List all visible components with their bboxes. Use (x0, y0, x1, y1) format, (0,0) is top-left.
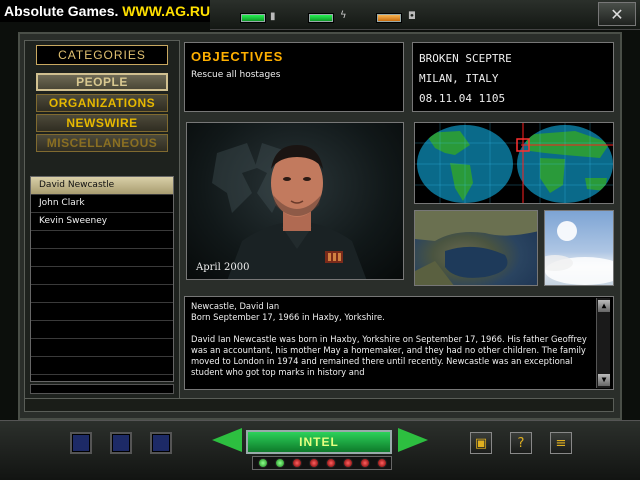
dossier-portrait (186, 122, 404, 280)
empty-list-row (31, 231, 173, 249)
signal-indicator (240, 13, 266, 23)
list-item[interactable]: John Clark (31, 195, 173, 213)
sky-image (544, 210, 614, 286)
quick-slot-2[interactable] (110, 432, 132, 454)
empty-list-row (31, 321, 173, 339)
signal-icon: ▮ (270, 11, 276, 22)
list-item[interactable]: Kevin Sweeney (31, 213, 173, 231)
status-strip (24, 398, 614, 412)
mode-lights-strip (252, 456, 392, 470)
bio-body: David Ian Newcastle was born in Haxby, Y… (191, 334, 587, 377)
game-screen: Absolute Games. WWW.AG.RU ▮ ϟ ◘ ✕ CATEGO… (0, 0, 640, 480)
mode-light[interactable] (275, 458, 285, 468)
empty-list-row (31, 357, 173, 375)
close-icon: ✕ (610, 4, 624, 24)
previous-arrow-icon[interactable] (212, 428, 242, 452)
save-disk-icon: ▣ (474, 436, 488, 451)
category-miscellaneous-button[interactable]: MISCELLANEOUS (36, 134, 168, 152)
help-icon: ? (517, 436, 525, 451)
category-organizations-button[interactable]: ORGANIZATIONS (36, 94, 168, 112)
portrait-image (212, 143, 367, 279)
sky-clouds-icon (545, 221, 613, 285)
bio-heading: Newcastle, David Ian (191, 301, 280, 311)
mode-light[interactable] (377, 458, 387, 468)
watermark-text-white: Absolute Games. (4, 3, 119, 19)
mode-light[interactable] (326, 458, 336, 468)
categories-title: CATEGORIES (36, 45, 168, 65)
category-people-button[interactable]: PEOPLE (36, 73, 168, 91)
quick-slot-3[interactable] (150, 432, 172, 454)
empty-list-row (31, 285, 173, 303)
empty-list-row (31, 249, 173, 267)
list-item[interactable]: David Newcastle (31, 177, 173, 195)
mission-location: MILAN, ITALY (419, 72, 499, 85)
satellite-image (414, 210, 538, 286)
mission-name: BROKEN SCEPTRE (419, 52, 512, 65)
mode-light[interactable] (309, 458, 319, 468)
objectives-text: Rescue all hostages (191, 70, 281, 80)
empty-list-row (31, 339, 173, 357)
objectives-title: OBJECTIVES (191, 49, 284, 64)
category-newswire-button[interactable]: NEWSWIRE (36, 114, 168, 132)
camera-indicator (376, 13, 402, 23)
mode-light[interactable] (258, 458, 268, 468)
camera-icon: ◘ (408, 11, 416, 22)
next-arrow-icon[interactable] (398, 428, 428, 452)
watermark: Absolute Games. WWW.AG.RU (0, 0, 210, 22)
watermark-text-yellow: WWW.AG.RU (122, 3, 211, 19)
world-map[interactable] (414, 122, 614, 204)
mission-info-panel: BROKEN SCEPTRE MILAN, ITALY 08.11.04 110… (412, 42, 614, 112)
options-icon: ≡ (555, 436, 567, 451)
mode-light[interactable] (343, 458, 353, 468)
scroll-track[interactable] (597, 312, 610, 374)
bio-born: Born September 17, 1966 in Haxby, Yorksh… (191, 312, 385, 322)
help-button[interactable]: ? (510, 432, 532, 454)
portrait-caption: April 2000 (196, 262, 250, 273)
empty-list-row (31, 267, 173, 285)
objectives-panel: OBJECTIVES Rescue all hostages (184, 42, 404, 112)
satellite-terrain-icon (415, 211, 537, 285)
options-button[interactable]: ≡ (550, 432, 572, 454)
people-list: David Newcastle John Clark Kevin Sweeney (30, 176, 174, 393)
power-indicator (308, 13, 334, 23)
globe-map-icon (415, 123, 613, 203)
biography-panel: Newcastle, David Ian Born September 17, … (184, 296, 614, 390)
scroll-down-icon[interactable]: ▼ (598, 374, 610, 386)
mode-light[interactable] (360, 458, 370, 468)
empty-list-row (31, 303, 173, 321)
save-disk-button[interactable]: ▣ (470, 432, 492, 454)
mode-light[interactable] (292, 458, 302, 468)
close-button[interactable]: ✕ (598, 2, 636, 26)
lightning-icon: ϟ (340, 10, 347, 21)
bio-scrollbar[interactable]: ▲ ▼ (596, 298, 610, 388)
scroll-up-icon[interactable]: ▲ (598, 300, 610, 312)
list-scrollbar[interactable] (30, 384, 174, 394)
intel-button[interactable]: INTEL (246, 430, 392, 454)
quick-slot-1[interactable] (70, 432, 92, 454)
mission-datetime: 08.11.04 1105 (419, 92, 506, 105)
